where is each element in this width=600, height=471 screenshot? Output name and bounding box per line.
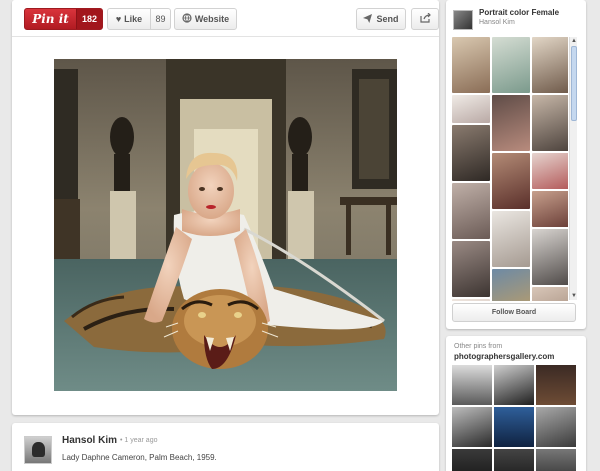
- other-pin-thumbnail[interactable]: [452, 365, 492, 405]
- board-pin-thumbnail[interactable]: [492, 269, 530, 301]
- board-pin-thumbnail[interactable]: [492, 153, 530, 209]
- like-button[interactable]: ♥ Like 89: [107, 8, 171, 30]
- globe-icon: [182, 13, 192, 25]
- board-pin-thumbnail[interactable]: [452, 241, 490, 297]
- like-count: 89: [150, 9, 170, 29]
- board-pin-thumbnail[interactable]: [532, 191, 568, 227]
- other-pins-panel: Other pins from photographersgallery.com: [446, 336, 586, 471]
- board-pin-thumbnail[interactable]: [452, 37, 490, 93]
- pin-description: Lady Daphne Cameron, Palm Beach, 1959.: [62, 453, 217, 462]
- pin-it-button[interactable]: Pin it 182: [24, 8, 103, 30]
- share-icon: [419, 12, 431, 25]
- board-pin-thumbnail[interactable]: [492, 95, 530, 151]
- board-pin-thumbnail[interactable]: [452, 95, 490, 123]
- board-pin-thumbnail[interactable]: [532, 37, 568, 93]
- other-pin-thumbnail[interactable]: [536, 449, 576, 471]
- board-scrollbar[interactable]: ▲ ▼: [569, 37, 577, 300]
- board-pin-thumbnail[interactable]: [532, 287, 568, 301]
- other-pin-thumbnail[interactable]: [536, 407, 576, 447]
- other-pin-thumbnail[interactable]: [452, 407, 492, 447]
- board-pin-grid: [452, 37, 568, 301]
- website-label: Website: [194, 14, 230, 24]
- other-pins-label: Other pins from: [454, 343, 503, 350]
- other-pins-grid: [452, 365, 580, 471]
- chevron-down-icon[interactable]: ▼: [570, 292, 578, 300]
- avatar[interactable]: [24, 436, 52, 464]
- chevron-up-icon[interactable]: ▲: [570, 37, 578, 45]
- heart-icon: ♥: [115, 13, 122, 24]
- board-pin-thumbnail[interactable]: [452, 183, 490, 239]
- board-panel: Portrait color Female Hansol Kim ▲ ▼ Fol…: [446, 0, 586, 329]
- board-pin-thumbnail[interactable]: [452, 125, 490, 181]
- other-pin-thumbnail[interactable]: [536, 365, 576, 405]
- pinner-name[interactable]: Hansol Kim: [62, 435, 117, 446]
- board-pin-thumbnail[interactable]: [492, 37, 530, 93]
- share-button[interactable]: [411, 8, 439, 30]
- board-pin-thumbnail[interactable]: [492, 211, 530, 267]
- board-owner[interactable]: Hansol Kim: [479, 19, 515, 26]
- other-pin-thumbnail[interactable]: [494, 449, 534, 471]
- like-label: Like: [124, 14, 143, 24]
- send-button[interactable]: Send: [356, 8, 406, 30]
- pin-timestamp: • 1 year ago: [120, 437, 158, 444]
- website-button[interactable]: Website: [174, 8, 237, 30]
- pin-description-card: Hansol Kim • 1 year ago Lady Daphne Came…: [12, 423, 439, 471]
- pin-count: 182: [76, 9, 102, 29]
- other-pin-thumbnail[interactable]: [494, 365, 534, 405]
- pin-action-bar: Pin it 182 ♥ Like 89 Website Send: [12, 0, 439, 37]
- paper-plane-icon: [363, 13, 373, 25]
- other-pin-thumbnail[interactable]: [494, 407, 534, 447]
- board-pin-thumbnail[interactable]: [452, 299, 490, 301]
- board-title[interactable]: Portrait color Female: [479, 8, 559, 17]
- send-label: Send: [376, 14, 399, 24]
- scrollbar-thumb[interactable]: [571, 46, 577, 121]
- follow-board-button[interactable]: Follow Board: [452, 303, 576, 322]
- board-pin-thumbnail[interactable]: [532, 153, 568, 189]
- board-pin-thumbnail[interactable]: [532, 95, 568, 151]
- pin-it-label: Pin it: [32, 12, 69, 26]
- board-thumbnail[interactable]: [453, 10, 473, 30]
- other-pins-source[interactable]: photographersgallery.com: [454, 352, 554, 361]
- board-pin-thumbnail[interactable]: [532, 229, 568, 285]
- pin-photo[interactable]: [54, 59, 397, 391]
- pin-card: Pin it 182 ♥ Like 89 Website Send: [12, 0, 439, 415]
- other-pin-thumbnail[interactable]: [452, 449, 492, 471]
